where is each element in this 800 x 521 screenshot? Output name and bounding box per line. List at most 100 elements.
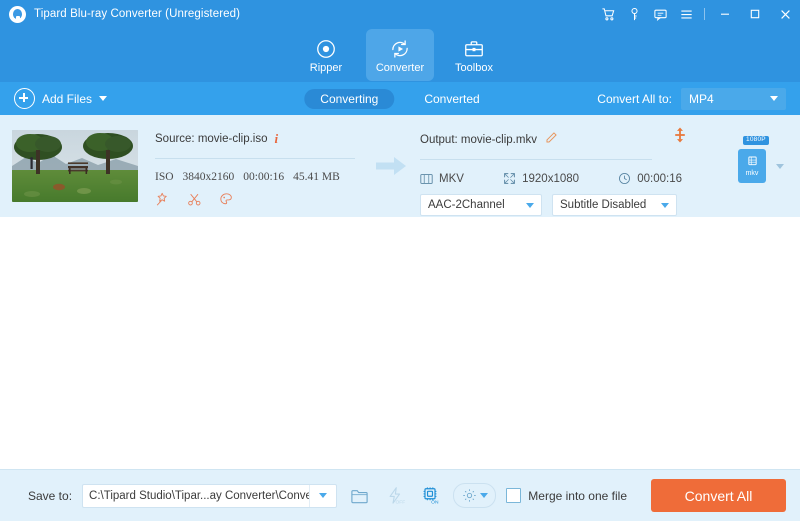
resize-icon xyxy=(504,173,515,184)
tab-toolbox[interactable]: Toolbox xyxy=(440,29,508,81)
video-thumbnail[interactable] xyxy=(12,130,138,202)
merge-into-one-file-label: Merge into one file xyxy=(528,488,628,503)
convert-all-to-value: MP4 xyxy=(689,91,714,106)
title-bar: Tipard Blu-ray Converter (Unregistered) xyxy=(0,0,800,28)
convert-all-to-group: Convert All to: MP4 xyxy=(597,87,786,110)
cart-icon[interactable] xyxy=(595,0,621,28)
source-container: ISO xyxy=(155,171,174,183)
track-selectors: AAC-2Channel Subtitle Disabled xyxy=(420,194,682,216)
lightning-icon: OFF xyxy=(389,487,406,505)
title-bar-left: Tipard Blu-ray Converter (Unregistered) xyxy=(9,5,241,23)
output-filename: Output: movie-clip.mkv xyxy=(420,133,537,146)
svg-text:OFF: OFF xyxy=(396,499,406,505)
main-nav-tabs: Ripper Converter Toolbox xyxy=(0,28,800,82)
convert-all-to-select[interactable]: MP4 xyxy=(681,87,786,110)
format-extension: mkv xyxy=(745,169,759,177)
chevron-down-icon[interactable] xyxy=(776,163,784,169)
source-resolution: 3840x2160 xyxy=(182,171,235,183)
close-button[interactable] xyxy=(770,0,800,28)
conversion-arrow-icon xyxy=(374,155,410,177)
title-bar-controls xyxy=(595,0,800,28)
key-icon[interactable] xyxy=(621,0,647,28)
tab-ripper[interactable]: Ripper xyxy=(292,29,360,81)
application-window: Tipard Blu-ray Converter (Unregistered) xyxy=(0,0,800,521)
gpu-acceleration-toggle[interactable]: ON xyxy=(418,484,443,508)
app-logo-icon xyxy=(9,5,26,23)
add-files-label: Add Files xyxy=(42,91,93,106)
save-to-field[interactable]: C:\Tipard Studio\Tipar...ay Converter\Co… xyxy=(82,483,338,508)
subtitle-track-value: Subtitle Disabled xyxy=(560,199,647,211)
source-filename: Source: movie-clip.iso xyxy=(155,133,268,145)
scissors-icon[interactable] xyxy=(187,192,202,212)
tab-converter[interactable]: Converter xyxy=(366,29,434,81)
subtitle-track-select[interactable]: Subtitle Disabled xyxy=(552,194,677,216)
pencil-icon[interactable] xyxy=(544,131,558,148)
palette-icon[interactable] xyxy=(219,192,234,212)
output-meta: MKV 1920x1080 00:00:16 xyxy=(420,172,682,185)
status-filter-tabs: Converting Converted xyxy=(304,88,495,109)
save-to-path[interactable]: C:\Tipard Studio\Tipar...ay Converter\Co… xyxy=(83,490,309,502)
tab-converter-label: Converter xyxy=(375,61,425,74)
output-format-badge[interactable]: 1080P mkv xyxy=(738,136,770,183)
save-to-label: Save to: xyxy=(28,488,73,503)
minimize-button[interactable] xyxy=(710,0,740,28)
output-title-row: Output: movie-clip.mkv xyxy=(420,131,682,148)
output-duration: 00:00:16 xyxy=(637,172,682,185)
gear-icon xyxy=(463,489,476,502)
tab-converting[interactable]: Converting xyxy=(304,88,395,109)
checkbox-box[interactable] xyxy=(506,488,522,503)
output-duration-group: 00:00:16 xyxy=(618,172,682,185)
tab-converted[interactable]: Converted xyxy=(408,89,495,109)
convert-all-to-label: Convert All to: xyxy=(597,91,672,106)
toolbox-icon xyxy=(463,37,485,61)
audio-track-value: AAC-2Channel xyxy=(428,199,505,211)
park-scene-thumbnail xyxy=(12,130,138,202)
open-folder-button[interactable] xyxy=(347,484,372,508)
output-resolution: 1920x1080 xyxy=(522,172,580,185)
source-filesize: 45.41 MB xyxy=(293,171,340,183)
source-title-row: Source: movie-clip.iso i xyxy=(155,131,370,147)
chevron-down-icon xyxy=(526,202,534,208)
merge-into-one-file-checkbox[interactable]: Merge into one file xyxy=(506,488,627,503)
window-title: Tipard Blu-ray Converter (Unregistered) xyxy=(34,8,241,20)
output-divider xyxy=(420,159,652,160)
magic-wand-icon[interactable] xyxy=(155,192,170,212)
output-container: MKV xyxy=(439,172,464,185)
chevron-down-icon xyxy=(770,96,778,101)
file-icon xyxy=(747,156,757,165)
source-info: Source: movie-clip.iso i ISO 3840x2160 0… xyxy=(155,115,370,212)
save-to-dropdown[interactable] xyxy=(309,484,336,507)
audio-track-select[interactable]: AAC-2Channel xyxy=(420,194,542,216)
file-list: Source: movie-clip.iso i ISO 3840x2160 0… xyxy=(0,115,800,469)
output-resolution-group: 1920x1080 xyxy=(503,172,579,185)
tab-ripper-label: Ripper xyxy=(309,61,343,74)
output-format-badge-group: 1080P mkv xyxy=(738,136,788,183)
convert-all-button[interactable]: Convert All xyxy=(651,479,787,512)
plus-circle-icon xyxy=(14,88,35,109)
maximize-button[interactable] xyxy=(740,0,770,28)
tab-toolbox-label: Toolbox xyxy=(455,61,493,74)
add-files-button[interactable]: Add Files xyxy=(14,88,108,109)
source-meta: ISO 3840x2160 00:00:16 45.41 MB xyxy=(155,171,370,183)
disc-icon xyxy=(315,37,337,61)
settings-button[interactable] xyxy=(453,483,497,508)
file-row[interactable]: Source: movie-clip.iso i ISO 3840x2160 0… xyxy=(0,115,800,217)
info-icon[interactable]: i xyxy=(274,131,278,147)
chevron-down-icon xyxy=(479,493,488,498)
convert-circle-icon xyxy=(389,37,411,61)
source-tools xyxy=(155,192,370,212)
output-container-group: MKV xyxy=(420,173,464,185)
chevron-down-icon[interactable] xyxy=(99,96,108,101)
titlebar-divider xyxy=(704,8,705,20)
merge-arrows-icon[interactable] xyxy=(673,127,687,148)
source-divider xyxy=(155,158,355,159)
format-tile[interactable]: mkv xyxy=(738,149,766,183)
cpu-chip-icon: ON xyxy=(423,487,439,505)
feedback-icon[interactable] xyxy=(647,0,673,28)
resolution-tag: 1080P xyxy=(743,136,769,145)
source-duration: 00:00:16 xyxy=(243,171,285,183)
film-icon xyxy=(420,173,433,184)
menu-icon[interactable] xyxy=(673,0,699,28)
hardware-acceleration-toggle[interactable]: OFF xyxy=(382,484,407,508)
clock-icon xyxy=(619,173,631,184)
